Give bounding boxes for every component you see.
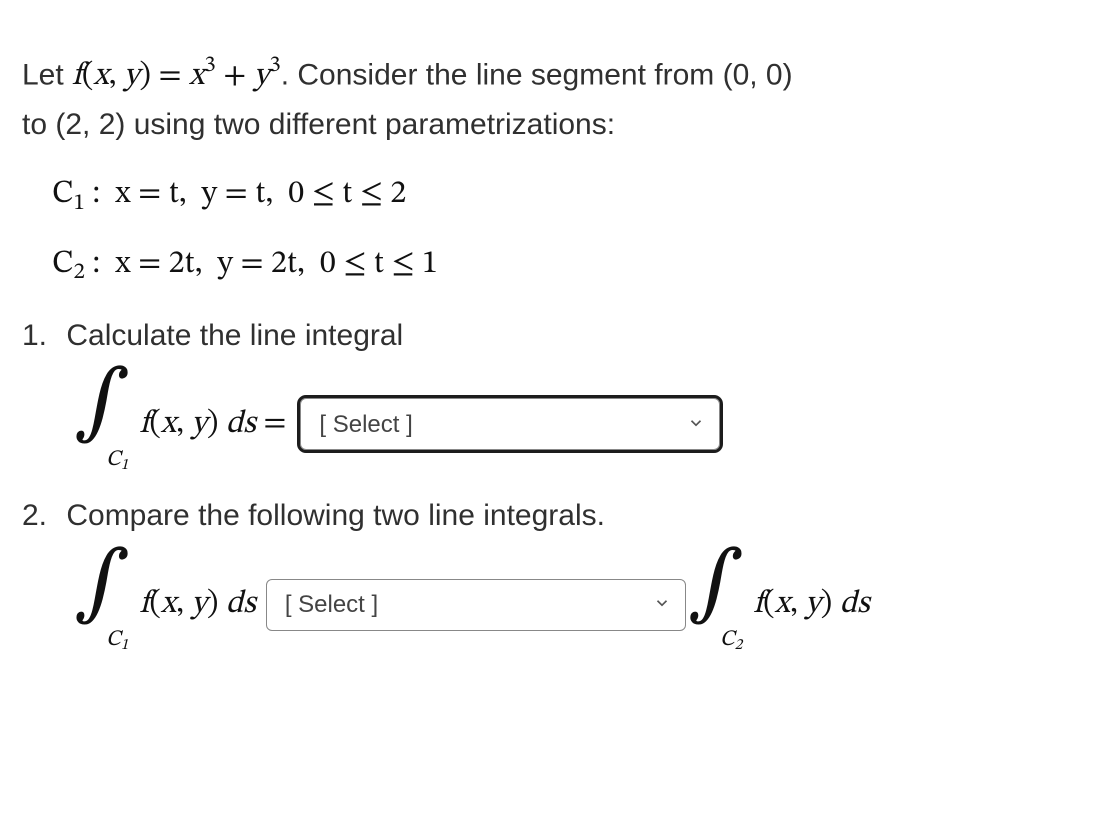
q1-text: Calculate the line integral — [66, 319, 403, 352]
q1-equals: = — [263, 408, 286, 440]
int-lower-sub: 1 — [121, 456, 129, 472]
integral-symbol: ∫ C2 — [696, 564, 742, 646]
integral-symbol: ∫ C1 — [82, 564, 128, 646]
q1-select-placeholder: [ Select ] — [319, 406, 412, 443]
param-c1: C1 : x = t, y = t, 0 ≤ t ≤ 2 — [52, 170, 1089, 221]
int-lower-c: C — [720, 629, 735, 651]
q1-integral-row: ∫ C1 f(x, y) ds = [ Select ] — [82, 383, 1089, 465]
question-1: 1. Calculate the line integral ∫ C1 f(x,… — [22, 313, 1089, 466]
intro-period: . — [281, 58, 298, 91]
integral-symbol: ∫ C1 — [82, 383, 128, 465]
q1-answer-select[interactable]: [ Select ] — [300, 398, 720, 450]
intro-paragraph: Let f(x, y) = x3 + y3. Consider the line… — [22, 48, 1089, 148]
int-lower-c: C — [106, 629, 121, 651]
q2-right-integral: ∫ C2 f(x, y) ds — [696, 564, 870, 646]
q2-compare-select[interactable]: [ Select ] — [266, 579, 686, 631]
q2-number: 2. — [22, 493, 58, 540]
term1-base: x — [189, 60, 204, 92]
q1-integral-expr: ∫ C1 f(x, y) ds = — [82, 383, 286, 465]
question-page: Let f(x, y) = x3 + y3. Consider the line… — [0, 0, 1109, 676]
chevron-down-icon — [653, 586, 671, 623]
int-lower-sub: 1 — [121, 637, 129, 653]
term2-exp: 3 — [269, 54, 280, 77]
q1-number: 1. — [22, 313, 58, 360]
func-def: f(x, y) = x3 + y3 — [72, 60, 281, 92]
chevron-down-icon — [687, 406, 705, 443]
intro-let: Let — [22, 58, 72, 91]
q2-integral-row: ∫ C1 f(x, y) ds [ Select ] ∫ C2 f(x, y) … — [82, 564, 1089, 646]
param-c2: C2 : x = 2t, y = 2t, 0 ≤ t ≤ 1 — [52, 240, 1089, 291]
q2-select-placeholder: [ Select ] — [285, 586, 378, 623]
int-lower-sub: 2 — [735, 637, 743, 653]
intro-rest-2: to (2, 2) using two different parametriz… — [22, 108, 615, 141]
int-lower-c: C — [106, 449, 121, 471]
parametrizations: C1 : x = t, y = t, 0 ≤ t ≤ 2 C2 : x = 2t… — [52, 170, 1089, 290]
eq-sign: = — [151, 60, 189, 92]
q2-text: Compare the following two line integrals… — [66, 499, 605, 532]
question-2: 2. Compare the following two line integr… — [22, 493, 1089, 646]
term1-exp: 3 — [204, 54, 215, 77]
plus-sign: + — [216, 60, 254, 92]
intro-rest-1: Consider the line segment from (0, 0) — [297, 58, 792, 91]
q2-left-integral: ∫ C1 f(x, y) ds — [82, 564, 256, 646]
term2-base: y — [254, 60, 269, 92]
